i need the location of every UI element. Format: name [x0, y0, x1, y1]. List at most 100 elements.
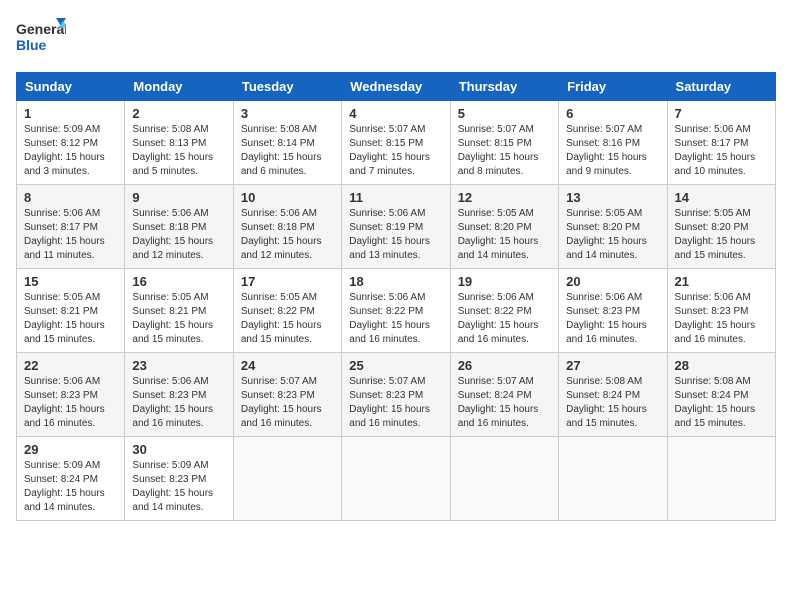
calendar-cell — [559, 437, 667, 521]
day-info: Sunrise: 5:05 AMSunset: 8:21 PMDaylight:… — [132, 291, 225, 347]
calendar-week-2: 8 Sunrise: 5:06 AMSunset: 8:17 PMDaylight… — [17, 185, 776, 269]
day-info: Sunrise: 5:06 AMSunset: 8:23 PMDaylight:… — [24, 375, 117, 431]
calendar-cell: 7 Sunrise: 5:06 AMSunset: 8:17 PMDaylight… — [667, 101, 775, 185]
day-info: Sunrise: 5:07 AMSunset: 8:23 PMDaylight:… — [241, 375, 334, 431]
calendar-cell: 4 Sunrise: 5:07 AMSunset: 8:15 PMDaylight… — [342, 101, 450, 185]
day-info: Sunrise: 5:09 AMSunset: 8:24 PMDaylight:… — [24, 459, 117, 515]
calendar-cell: 8 Sunrise: 5:06 AMSunset: 8:17 PMDaylight… — [17, 185, 125, 269]
day-number: 20 — [566, 274, 659, 289]
header-monday: Monday — [125, 73, 233, 101]
day-number: 29 — [24, 442, 117, 457]
page-header: General Blue — [16, 16, 776, 60]
calendar-cell: 6 Sunrise: 5:07 AMSunset: 8:16 PMDaylight… — [559, 101, 667, 185]
day-info: Sunrise: 5:07 AMSunset: 8:24 PMDaylight:… — [458, 375, 551, 431]
day-number: 13 — [566, 190, 659, 205]
day-number: 30 — [132, 442, 225, 457]
calendar-header: SundayMondayTuesdayWednesdayThursdayFrid… — [17, 73, 776, 101]
day-number: 21 — [675, 274, 768, 289]
day-number: 6 — [566, 106, 659, 121]
header-friday: Friday — [559, 73, 667, 101]
header-wednesday: Wednesday — [342, 73, 450, 101]
day-info: Sunrise: 5:09 AMSunset: 8:23 PMDaylight:… — [132, 459, 225, 515]
calendar-cell: 22 Sunrise: 5:06 AMSunset: 8:23 PMDayligh… — [17, 353, 125, 437]
calendar-week-3: 15 Sunrise: 5:05 AMSunset: 8:21 PMDayligh… — [17, 269, 776, 353]
day-number: 22 — [24, 358, 117, 373]
day-info: Sunrise: 5:08 AMSunset: 8:13 PMDaylight:… — [132, 123, 225, 179]
day-info: Sunrise: 5:08 AMSunset: 8:24 PMDaylight:… — [566, 375, 659, 431]
day-info: Sunrise: 5:06 AMSunset: 8:18 PMDaylight:… — [241, 207, 334, 263]
day-info: Sunrise: 5:07 AMSunset: 8:23 PMDaylight:… — [349, 375, 442, 431]
day-info: Sunrise: 5:08 AMSunset: 8:24 PMDaylight:… — [675, 375, 768, 431]
calendar-cell — [233, 437, 341, 521]
calendar-cell: 29 Sunrise: 5:09 AMSunset: 8:24 PMDayligh… — [17, 437, 125, 521]
day-info: Sunrise: 5:06 AMSunset: 8:23 PMDaylight:… — [675, 291, 768, 347]
calendar-cell: 2 Sunrise: 5:08 AMSunset: 8:13 PMDaylight… — [125, 101, 233, 185]
logo-svg: General Blue — [16, 16, 66, 60]
day-info: Sunrise: 5:08 AMSunset: 8:14 PMDaylight:… — [241, 123, 334, 179]
day-info: Sunrise: 5:07 AMSunset: 8:15 PMDaylight:… — [458, 123, 551, 179]
day-number: 2 — [132, 106, 225, 121]
day-info: Sunrise: 5:06 AMSunset: 8:22 PMDaylight:… — [349, 291, 442, 347]
calendar-table: SundayMondayTuesdayWednesdayThursdayFrid… — [16, 72, 776, 521]
day-number: 4 — [349, 106, 442, 121]
day-number: 5 — [458, 106, 551, 121]
day-info: Sunrise: 5:07 AMSunset: 8:16 PMDaylight:… — [566, 123, 659, 179]
day-info: Sunrise: 5:05 AMSunset: 8:20 PMDaylight:… — [566, 207, 659, 263]
calendar-cell: 30 Sunrise: 5:09 AMSunset: 8:23 PMDayligh… — [125, 437, 233, 521]
calendar-week-1: 1Sunrise: 5:09 AMSunset: 8:12 PMDaylight… — [17, 101, 776, 185]
day-number: 8 — [24, 190, 117, 205]
calendar-cell: 27 Sunrise: 5:08 AMSunset: 8:24 PMDayligh… — [559, 353, 667, 437]
calendar-cell: 14Sunrise: 5:05 AMSunset: 8:20 PMDayligh… — [667, 185, 775, 269]
day-info: Sunrise: 5:06 AMSunset: 8:22 PMDaylight:… — [458, 291, 551, 347]
calendar-cell: 9Sunrise: 5:06 AMSunset: 8:18 PMDaylight… — [125, 185, 233, 269]
day-info: Sunrise: 5:05 AMSunset: 8:21 PMDaylight:… — [24, 291, 117, 347]
day-info: Sunrise: 5:07 AMSunset: 8:15 PMDaylight:… — [349, 123, 442, 179]
day-number: 27 — [566, 358, 659, 373]
day-number: 18 — [349, 274, 442, 289]
calendar-cell: 26Sunrise: 5:07 AMSunset: 8:24 PMDayligh… — [450, 353, 558, 437]
calendar-cell — [667, 437, 775, 521]
day-info: Sunrise: 5:05 AMSunset: 8:22 PMDaylight:… — [241, 291, 334, 347]
header-sunday: Sunday — [17, 73, 125, 101]
day-number: 7 — [675, 106, 768, 121]
header-thursday: Thursday — [450, 73, 558, 101]
svg-text:Blue: Blue — [16, 37, 47, 53]
day-number: 16 — [132, 274, 225, 289]
day-number: 24 — [241, 358, 334, 373]
day-info: Sunrise: 5:06 AMSunset: 8:23 PMDaylight:… — [566, 291, 659, 347]
calendar-week-5: 29 Sunrise: 5:09 AMSunset: 8:24 PMDayligh… — [17, 437, 776, 521]
calendar-cell: 3 Sunrise: 5:08 AMSunset: 8:14 PMDaylight… — [233, 101, 341, 185]
calendar-cell: 18 Sunrise: 5:06 AMSunset: 8:22 PMDayligh… — [342, 269, 450, 353]
header-saturday: Saturday — [667, 73, 775, 101]
calendar-cell: 19 Sunrise: 5:06 AMSunset: 8:22 PMDayligh… — [450, 269, 558, 353]
day-number: 17 — [241, 274, 334, 289]
calendar-cell: 12 Sunrise: 5:05 AMSunset: 8:20 PMDayligh… — [450, 185, 558, 269]
calendar-cell — [450, 437, 558, 521]
calendar-cell: 1Sunrise: 5:09 AMSunset: 8:12 PMDaylight… — [17, 101, 125, 185]
day-number: 28 — [675, 358, 768, 373]
day-info: Sunrise: 5:05 AMSunset: 8:20 PMDaylight:… — [458, 207, 551, 263]
day-info: Sunrise: 5:09 AMSunset: 8:12 PMDaylight:… — [24, 123, 117, 179]
day-info: Sunrise: 5:06 AMSunset: 8:17 PMDaylight:… — [24, 207, 117, 263]
day-info: Sunrise: 5:05 AMSunset: 8:20 PMDaylight:… — [675, 207, 768, 263]
header-tuesday: Tuesday — [233, 73, 341, 101]
calendar-cell: 10 Sunrise: 5:06 AMSunset: 8:18 PMDayligh… — [233, 185, 341, 269]
day-info: Sunrise: 5:06 AMSunset: 8:17 PMDaylight:… — [675, 123, 768, 179]
calendar-cell: 21 Sunrise: 5:06 AMSunset: 8:23 PMDayligh… — [667, 269, 775, 353]
day-number: 15 — [24, 274, 117, 289]
day-number: 19 — [458, 274, 551, 289]
calendar-cell: 20 Sunrise: 5:06 AMSunset: 8:23 PMDayligh… — [559, 269, 667, 353]
calendar-cell: 17 Sunrise: 5:05 AMSunset: 8:22 PMDayligh… — [233, 269, 341, 353]
day-info: Sunrise: 5:06 AMSunset: 8:23 PMDaylight:… — [132, 375, 225, 431]
day-number: 10 — [241, 190, 334, 205]
day-number: 25 — [349, 358, 442, 373]
day-number: 12 — [458, 190, 551, 205]
calendar-cell: 28 Sunrise: 5:08 AMSunset: 8:24 PMDayligh… — [667, 353, 775, 437]
calendar-cell: 11Sunrise: 5:06 AMSunset: 8:19 PMDayligh… — [342, 185, 450, 269]
calendar-cell: 16 Sunrise: 5:05 AMSunset: 8:21 PMDayligh… — [125, 269, 233, 353]
day-info: Sunrise: 5:06 AMSunset: 8:19 PMDaylight:… — [349, 207, 442, 263]
svg-text:General: General — [16, 21, 66, 37]
day-number: 23 — [132, 358, 225, 373]
day-number: 3 — [241, 106, 334, 121]
calendar-cell: 23 Sunrise: 5:06 AMSunset: 8:23 PMDayligh… — [125, 353, 233, 437]
